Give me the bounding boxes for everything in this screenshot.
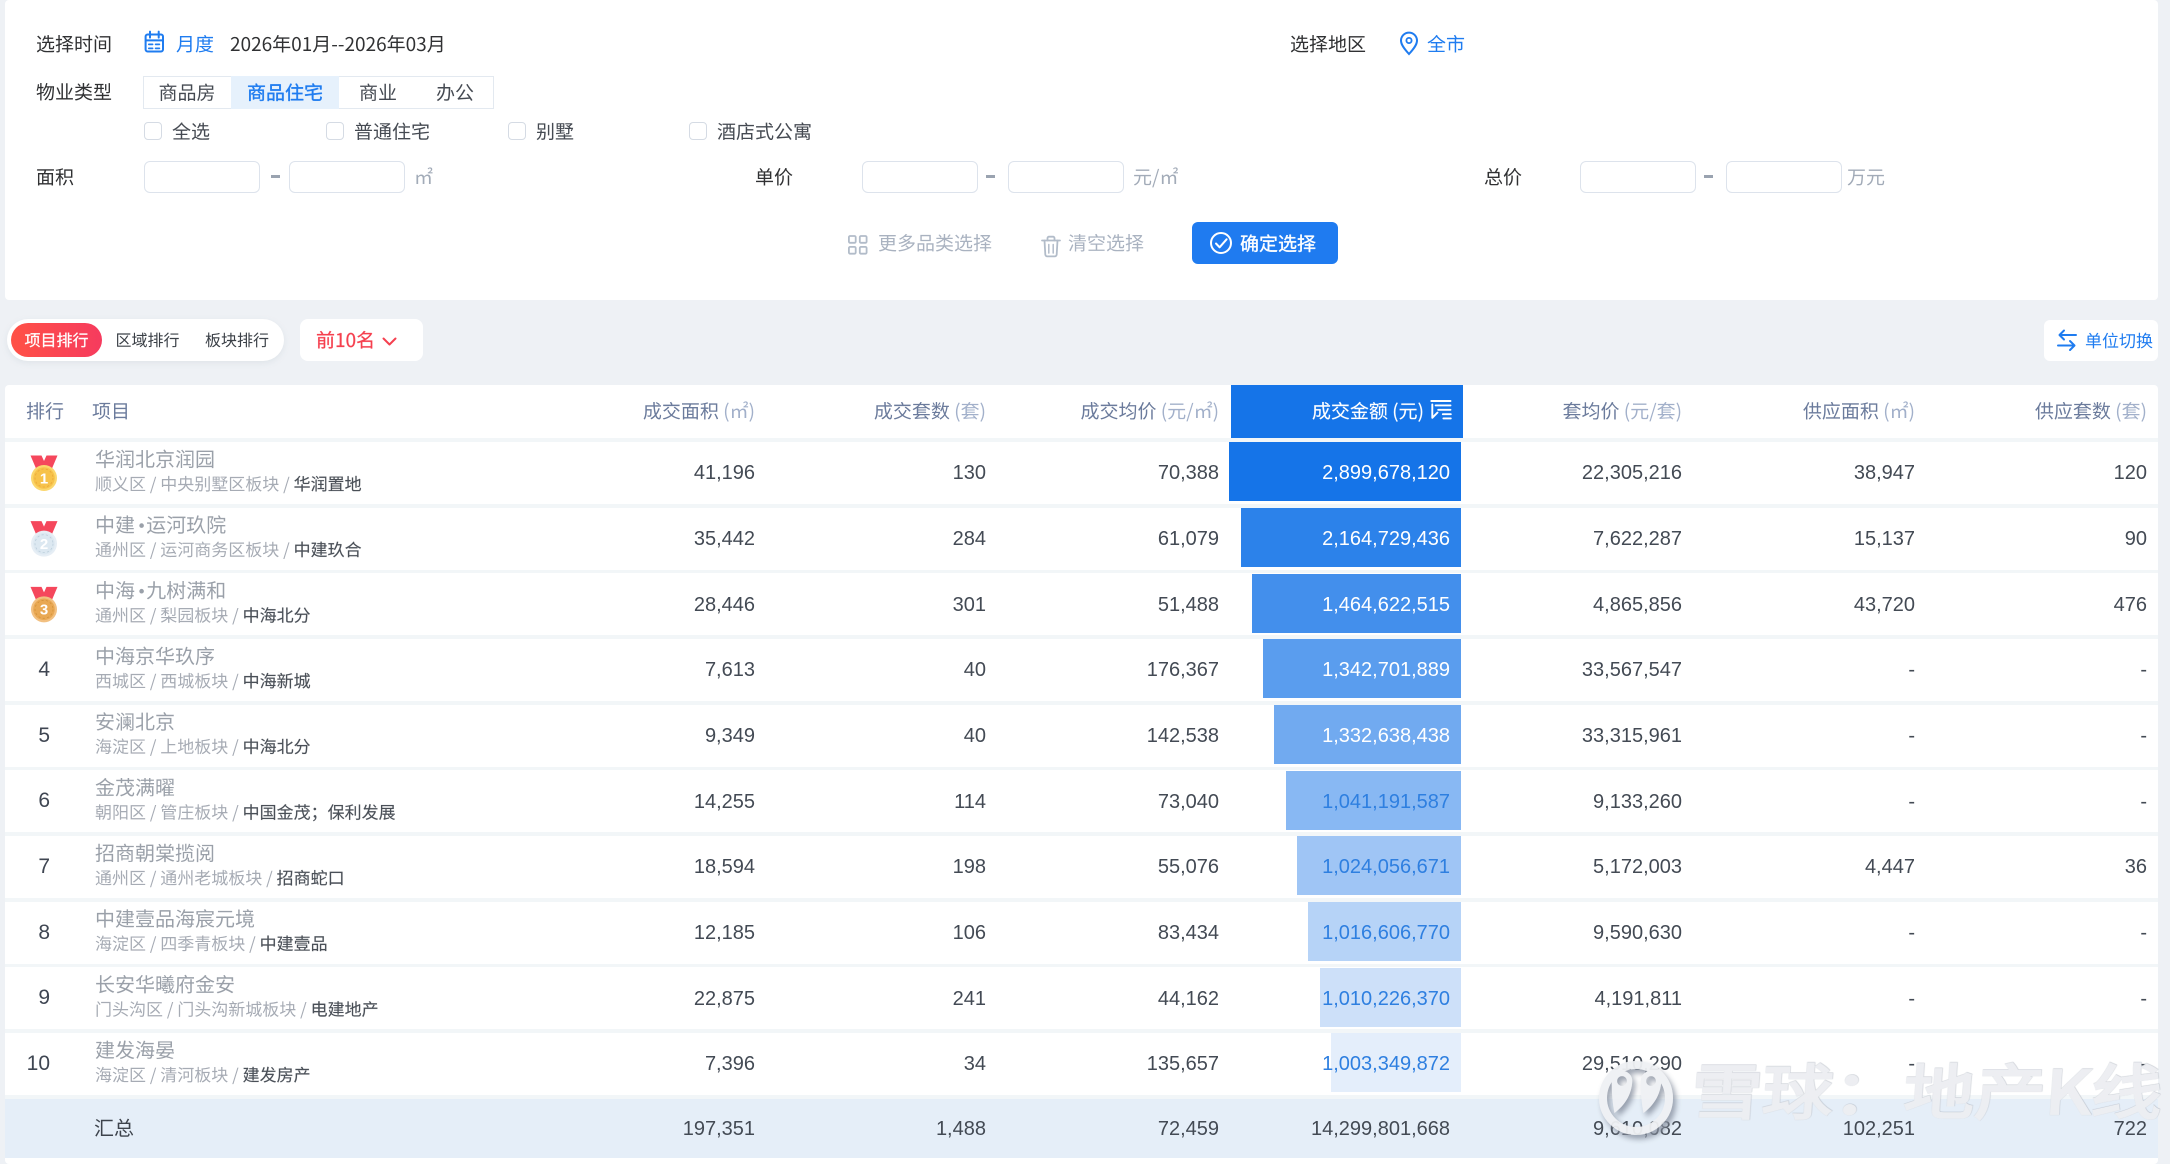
svg-text:1: 1	[40, 470, 48, 487]
svg-text:2: 2	[40, 536, 48, 553]
svg-text:3: 3	[40, 602, 48, 619]
